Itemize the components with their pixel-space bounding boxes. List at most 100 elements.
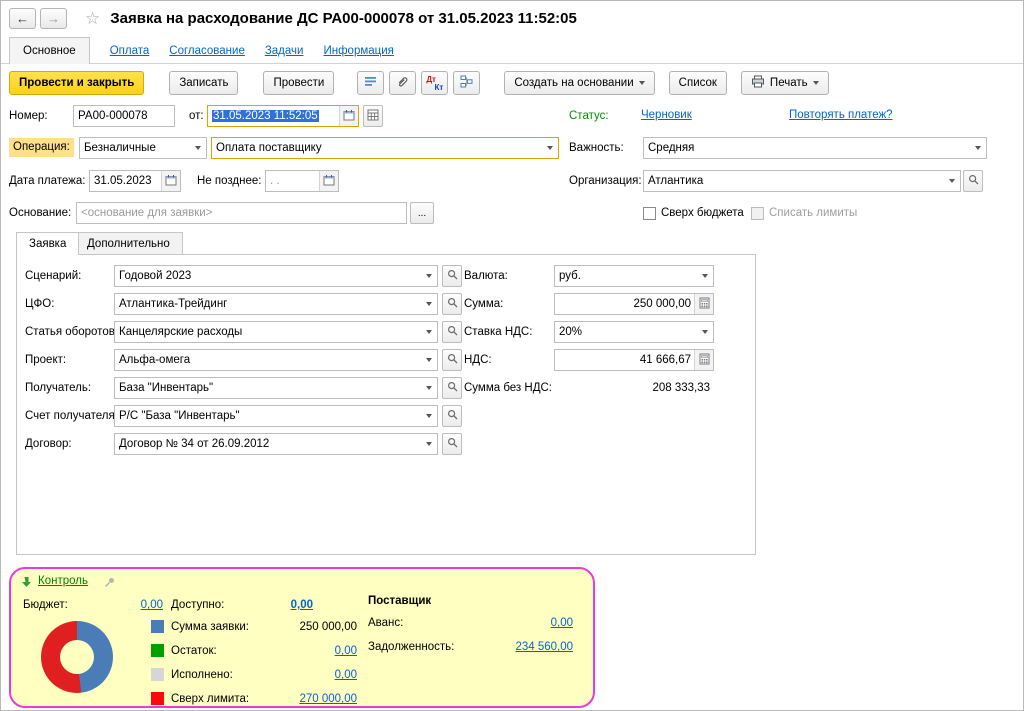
- write-button[interactable]: Записать: [169, 71, 238, 95]
- dropdown-button[interactable]: [697, 266, 713, 286]
- chevron-down-icon: [426, 274, 432, 278]
- recipient-field[interactable]: База "Инвентарь": [114, 377, 438, 399]
- calendar-grid-icon: [367, 109, 379, 124]
- budget-value: 0,00: [97, 597, 163, 613]
- back-arrow-icon: ←: [16, 11, 29, 26]
- recipient-account-field[interactable]: Р/С "База "Инвентарь": [114, 405, 438, 427]
- basis-more-button[interactable]: ...: [410, 202, 434, 224]
- organization-field[interactable]: Атлантика: [643, 170, 961, 192]
- structure-button[interactable]: [453, 71, 480, 95]
- vat-field[interactable]: 41 666,67: [554, 349, 714, 371]
- amount-label: Сумма:: [464, 293, 503, 315]
- contract-field[interactable]: Договор № 34 от 26.09.2012: [114, 433, 438, 455]
- budget-donut: [41, 621, 113, 693]
- deadline-field[interactable]: . .: [265, 170, 339, 192]
- attachments-button[interactable]: [389, 71, 416, 95]
- app-window: ← → ☆ Заявка на расходование ДС РА00-000…: [0, 0, 1024, 711]
- pay-date-field[interactable]: 31.05.2023: [89, 170, 181, 192]
- organization-open-button[interactable]: [963, 170, 983, 192]
- available-label: Доступно:: [171, 597, 224, 613]
- deadline-label: Не позднее:: [197, 170, 261, 192]
- print-button[interactable]: Печать: [741, 71, 829, 95]
- report-movements-button[interactable]: [357, 71, 384, 95]
- post-and-close-button[interactable]: Провести и закрыть: [9, 71, 144, 95]
- create-based-on-button[interactable]: Создать на основании: [504, 71, 654, 95]
- dropdown-button[interactable]: [421, 266, 437, 286]
- nav-link-payment[interactable]: Оплата: [110, 45, 150, 57]
- legend-value-remainder: 0,00: [257, 643, 357, 659]
- nav-link-tasks[interactable]: Задачи: [265, 45, 304, 57]
- calendar-picker-button[interactable]: [161, 171, 180, 191]
- repeat-payment-link[interactable]: Повторять платеж?: [789, 109, 893, 121]
- doc-date-field[interactable]: 31.05.2023 11:52:05: [207, 105, 359, 127]
- dropdown-button[interactable]: [421, 434, 437, 454]
- cfo-label: ЦФО:: [25, 293, 54, 315]
- control-panel: Контроль Бюджет: 0,00 Доступно: 0,00 Сум…: [9, 567, 595, 708]
- status-label: Статус:: [569, 105, 609, 127]
- turnover-item-field[interactable]: Канцелярские расходы: [114, 321, 438, 343]
- currency-field[interactable]: руб.: [554, 265, 714, 287]
- vat-rate-field[interactable]: 20%: [554, 321, 714, 343]
- cfo-field[interactable]: Атлантика-Трейдинг: [114, 293, 438, 315]
- cfo-open-button[interactable]: [442, 293, 462, 315]
- chevron-down-icon: [639, 81, 645, 85]
- list-button[interactable]: Список: [669, 71, 727, 95]
- dropdown-button[interactable]: [697, 322, 713, 342]
- basis-field[interactable]: <основание для заявки>: [76, 202, 407, 224]
- tab-additional[interactable]: Дополнительно: [74, 232, 183, 255]
- over-budget-checkbox[interactable]: Сверх бюджета: [643, 202, 744, 224]
- forward-button[interactable]: →: [40, 8, 67, 29]
- dt-kt-postings-button[interactable]: ДтКт: [421, 71, 448, 95]
- dropdown-button[interactable]: [944, 171, 960, 191]
- control-link[interactable]: Контроль: [38, 575, 88, 587]
- pin-icon[interactable]: [103, 576, 116, 589]
- status-value-link[interactable]: Черновик: [641, 109, 692, 121]
- legend-label-over-limit: Сверх лимита:: [171, 691, 249, 707]
- post-button[interactable]: Провести: [263, 71, 334, 95]
- contract-label: Договор:: [25, 433, 72, 455]
- calendar-icon: [323, 174, 335, 189]
- dropdown-button[interactable]: [190, 138, 206, 158]
- operation-kind-field[interactable]: Оплата поставщику: [211, 137, 559, 159]
- calculator-button[interactable]: [694, 294, 713, 314]
- dropdown-button[interactable]: [421, 350, 437, 370]
- scenario-open-button[interactable]: [442, 265, 462, 287]
- importance-field[interactable]: Средняя: [643, 137, 987, 159]
- contract-open-button[interactable]: [442, 433, 462, 455]
- dropdown-button[interactable]: [421, 378, 437, 398]
- nav-link-approval[interactable]: Согласование: [169, 45, 245, 57]
- collapse-arrow-icon[interactable]: [21, 576, 32, 588]
- favorite-star-icon[interactable]: ☆: [85, 10, 100, 27]
- operation-type-field[interactable]: Безналичные: [79, 137, 207, 159]
- amount-field[interactable]: 250 000,00: [554, 293, 714, 315]
- tab-main[interactable]: Основное: [9, 37, 90, 64]
- calendar-picker-button[interactable]: [339, 106, 358, 126]
- project-open-button[interactable]: [442, 349, 462, 371]
- nav-link-info[interactable]: Информация: [323, 45, 393, 57]
- dropdown-button[interactable]: [421, 406, 437, 426]
- tab-request[interactable]: Заявка: [16, 232, 79, 255]
- calculator-button[interactable]: [694, 350, 713, 370]
- number-field[interactable]: РА00-000078: [73, 105, 175, 127]
- chevron-down-icon: [195, 146, 201, 150]
- legend-swatch-request-amount: [151, 620, 164, 633]
- calendar-picker-button[interactable]: [319, 171, 338, 191]
- calendar-grid-button[interactable]: [363, 105, 383, 127]
- request-panel: Сценарий: Годовой 2023 ЦФО: Атлантика-Тр…: [16, 254, 756, 555]
- turnover-item-open-button[interactable]: [442, 321, 462, 343]
- available-value: 0,00: [249, 597, 313, 613]
- magnifier-icon: [447, 269, 458, 283]
- dropdown-button[interactable]: [421, 322, 437, 342]
- calculator-icon: [699, 297, 710, 312]
- scenario-field[interactable]: Годовой 2023: [114, 265, 438, 287]
- project-field[interactable]: Альфа-омега: [114, 349, 438, 371]
- recipient-open-button[interactable]: [442, 377, 462, 399]
- dropdown-button[interactable]: [542, 138, 558, 158]
- recipient-account-open-button[interactable]: [442, 405, 462, 427]
- dropdown-button[interactable]: [970, 138, 986, 158]
- magnifier-icon: [447, 409, 458, 423]
- legend-swatch-remainder: [151, 644, 164, 657]
- chevron-down-icon: [702, 274, 708, 278]
- dropdown-button[interactable]: [421, 294, 437, 314]
- back-button[interactable]: ←: [9, 8, 36, 29]
